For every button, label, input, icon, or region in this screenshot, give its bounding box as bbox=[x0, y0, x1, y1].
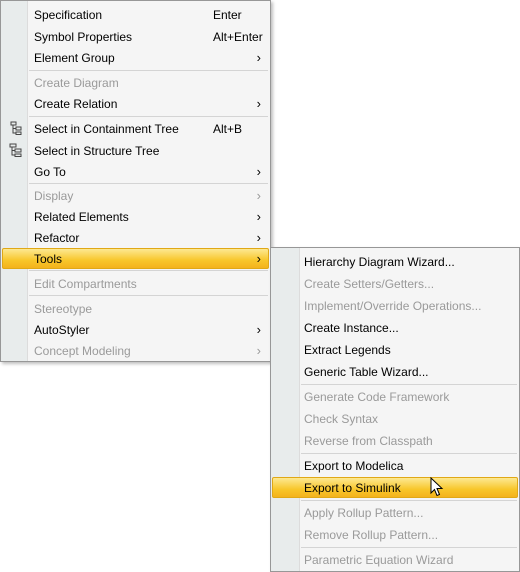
menu-item-generic-table-wizard[interactable]: Generic Table Wizard... bbox=[272, 361, 518, 382]
menu-item-select-in-containment-tree[interactable]: Select in Containment Tree Alt+B bbox=[2, 118, 269, 139]
menu-item-generate-code-framework: Generate Code Framework bbox=[272, 386, 518, 407]
menu-item-label: Create Diagram bbox=[34, 76, 119, 90]
menu-item-related-elements[interactable]: Related Elements › bbox=[2, 206, 269, 227]
menu-item-go-to[interactable]: Go To › bbox=[2, 161, 269, 182]
menu-item-label: Concept Modeling bbox=[34, 344, 131, 358]
menu-item-label: Specification bbox=[34, 8, 103, 22]
menu-item-label: Export to Simulink bbox=[304, 481, 401, 495]
menu-item-export-to-modelica[interactable]: Export to Modelica bbox=[272, 455, 518, 476]
menu-item-remove-rollup-pattern: Remove Rollup Pattern... bbox=[272, 524, 518, 545]
submenu-arrow-icon: › bbox=[256, 164, 261, 179]
menu-separator bbox=[301, 500, 517, 501]
menu-item-label: Display bbox=[34, 189, 74, 203]
menu-item-create-instance[interactable]: Create Instance... bbox=[272, 317, 518, 338]
menu-item-label: Apply Rollup Pattern... bbox=[304, 506, 424, 520]
submenu-arrow-icon: › bbox=[256, 251, 261, 266]
menu-item-implement-override-operations: Implement/Override Operations... bbox=[272, 295, 518, 316]
context-menu: Specification Enter Symbol Properties Al… bbox=[0, 0, 271, 362]
menu-item-label: Hierarchy Diagram Wizard... bbox=[304, 255, 455, 269]
menu-separator bbox=[29, 183, 268, 184]
submenu-arrow-icon: › bbox=[256, 96, 261, 111]
menu-item-label: Stereotype bbox=[34, 302, 93, 316]
menu-item-label: Remove Rollup Pattern... bbox=[304, 528, 439, 542]
menu-item-concept-modeling: Concept Modeling › bbox=[2, 340, 269, 361]
menu-item-element-group[interactable]: Element Group › bbox=[2, 47, 269, 68]
menu-item-shortcut: Alt+Enter bbox=[213, 30, 263, 44]
menu-item-shortcut: Enter bbox=[213, 8, 242, 22]
menu-separator bbox=[29, 270, 268, 271]
menu-item-autostyler[interactable]: AutoStyler › bbox=[2, 319, 269, 340]
menu-item-label: Reverse from Classpath bbox=[304, 434, 433, 448]
menu-item-create-relation[interactable]: Create Relation › bbox=[2, 93, 269, 114]
menu-item-label: Export to Modelica bbox=[304, 459, 404, 473]
menu-item-label: Symbol Properties bbox=[34, 30, 133, 44]
menu-item-label: Extract Legends bbox=[304, 343, 391, 357]
submenu-arrow-icon: › bbox=[256, 209, 261, 224]
menu-item-label: Create Setters/Getters... bbox=[304, 277, 435, 291]
menu-separator bbox=[301, 384, 517, 385]
menu-separator bbox=[301, 547, 517, 548]
menu-item-label: Go To bbox=[34, 165, 66, 179]
menu-item-export-to-simulink[interactable]: Export to Simulink bbox=[272, 477, 518, 498]
mouse-pointer-icon bbox=[430, 477, 444, 497]
menu-item-stereotype: Stereotype bbox=[2, 298, 269, 319]
menu-separator bbox=[29, 116, 268, 117]
menu-item-check-syntax: Check Syntax bbox=[272, 408, 518, 429]
menu-item-refactor[interactable]: Refactor › bbox=[2, 227, 269, 248]
submenu-arrow-icon: › bbox=[256, 230, 261, 245]
menu-item-extract-legends[interactable]: Extract Legends bbox=[272, 339, 518, 360]
menu-separator bbox=[29, 70, 268, 71]
submenu-arrow-icon: › bbox=[256, 50, 261, 65]
menu-item-label: Parametric Equation Wizard bbox=[304, 553, 454, 567]
menu-item-specification[interactable]: Specification Enter bbox=[2, 4, 269, 25]
menu-item-select-in-structure-tree[interactable]: Select in Structure Tree bbox=[2, 140, 269, 161]
menu-item-label: Edit Compartments bbox=[34, 277, 137, 291]
menu-item-create-setters-getters: Create Setters/Getters... bbox=[272, 273, 518, 294]
menu-item-hierarchy-diagram-wizard[interactable]: Hierarchy Diagram Wizard... bbox=[272, 251, 518, 272]
menu-separator bbox=[301, 453, 517, 454]
menu-item-create-diagram: Create Diagram bbox=[2, 72, 269, 93]
menu-separator bbox=[29, 295, 268, 296]
menu-item-label: Check Syntax bbox=[304, 412, 379, 426]
menu-item-label: Generate Code Framework bbox=[304, 390, 450, 404]
menu-item-label: Generic Table Wizard... bbox=[304, 365, 429, 379]
menu-item-label: Create Relation bbox=[34, 97, 118, 111]
tools-submenu: Hierarchy Diagram Wizard... Create Sette… bbox=[270, 247, 520, 572]
menu-item-reverse-from-classpath: Reverse from Classpath bbox=[272, 430, 518, 451]
menu-item-label: Related Elements bbox=[34, 210, 129, 224]
structure-tree-icon bbox=[9, 143, 22, 157]
menu-item-symbol-properties[interactable]: Symbol Properties Alt+Enter bbox=[2, 26, 269, 47]
submenu-arrow-icon: › bbox=[256, 188, 261, 203]
menu-item-parametric-equation-wizard: Parametric Equation Wizard bbox=[272, 549, 518, 570]
menu-item-label: Refactor bbox=[34, 231, 80, 245]
menu-item-label: AutoStyler bbox=[34, 323, 90, 337]
menu-item-display: Display › bbox=[2, 185, 269, 206]
containment-tree-icon bbox=[10, 121, 22, 135]
menu-item-edit-compartments: Edit Compartments bbox=[2, 273, 269, 294]
submenu-arrow-icon: › bbox=[256, 322, 261, 337]
menu-item-label: Tools bbox=[34, 252, 63, 266]
menu-item-shortcut: Alt+B bbox=[213, 122, 243, 136]
menu-item-apply-rollup-pattern: Apply Rollup Pattern... bbox=[272, 502, 518, 523]
submenu-arrow-icon: › bbox=[256, 343, 261, 358]
menu-item-label: Select in Containment Tree bbox=[34, 122, 179, 136]
menu-item-label: Select in Structure Tree bbox=[34, 144, 160, 158]
menu-item-label: Implement/Override Operations... bbox=[304, 299, 482, 313]
menu-item-label: Create Instance... bbox=[304, 321, 399, 335]
menu-item-tools[interactable]: Tools › bbox=[2, 248, 269, 269]
menu-item-label: Element Group bbox=[34, 51, 115, 65]
